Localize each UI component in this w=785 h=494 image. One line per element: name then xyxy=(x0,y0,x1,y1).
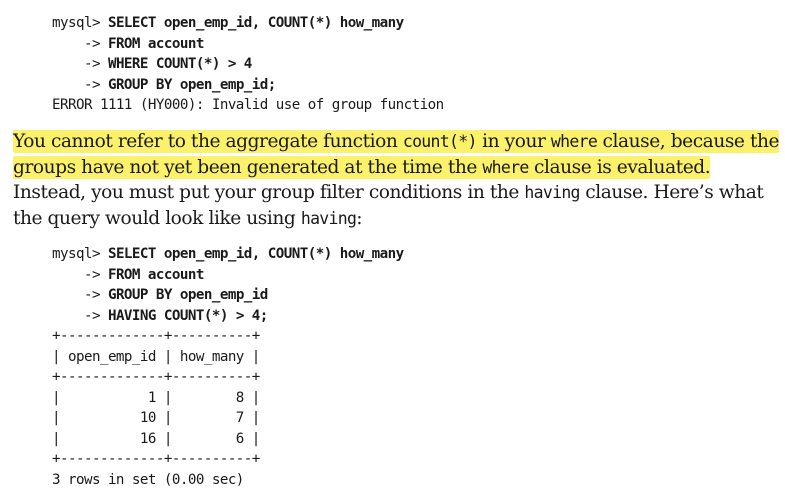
sql-text: HAVING COUNT(*) > 4; xyxy=(107,307,268,324)
result-table-row: | 10 | 7 | xyxy=(52,410,260,426)
sql-text: FROM account xyxy=(107,35,204,52)
inline-code: where xyxy=(550,132,598,151)
sql-text: GROUP BY open_emp_id xyxy=(107,287,268,303)
result-table-border: +-------------+----------+ xyxy=(52,369,260,385)
code-line: -> FROM account xyxy=(52,34,444,55)
sql-text: WHERE COUNT(*) > 4 xyxy=(107,56,252,72)
highlighted-text: You cannot refer to the aggregate functi… xyxy=(13,130,780,179)
text-run: clause is evaluated. xyxy=(528,156,711,178)
code-line: mysql> SELECT open_emp_id, COUNT(*) how_… xyxy=(52,244,404,265)
sql-text: FROM account xyxy=(107,266,204,283)
sql-text: SELECT open_emp_id, COUNT(*) how_many xyxy=(107,246,404,262)
code-line: -> FROM account xyxy=(52,265,404,286)
inline-code: count(*) xyxy=(402,132,478,151)
result-footer: 3 rows in set (0.00 sec) xyxy=(52,471,244,488)
continuation-prompt: -> xyxy=(52,307,108,324)
continuation-prompt: -> xyxy=(52,56,108,72)
result-table-header: | open_emp_id | how_many | xyxy=(52,348,260,365)
inline-code: having xyxy=(524,183,580,203)
code-line: -> GROUP BY open_emp_id xyxy=(52,285,404,306)
code-line: mysql> SELECT open_emp_id, COUNT(*) how_… xyxy=(52,13,444,34)
text-run: in your xyxy=(476,131,551,152)
sql-text: SELECT open_emp_id, COUNT(*) how_many xyxy=(107,15,404,31)
continuation-prompt: -> xyxy=(52,76,108,93)
body-paragraph: You cannot refer to the aggregate functi… xyxy=(13,129,783,231)
mysql-prompt: mysql> xyxy=(52,15,108,31)
continuation-prompt: -> xyxy=(52,287,108,303)
code-block-having-query: mysql> SELECT open_emp_id, COUNT(*) how_… xyxy=(52,244,404,490)
text-run: Instead, you must put your group filter … xyxy=(13,182,525,204)
code-line: -> WHERE COUNT(*) > 4 xyxy=(52,54,444,75)
result-table-row: | 1 | 8 | xyxy=(52,389,260,406)
code-line: -> HAVING COUNT(*) > 4; xyxy=(52,306,404,327)
text-run: You cannot refer to the aggregate functi… xyxy=(13,131,403,152)
result-table-row: | 16 | 6 | xyxy=(52,430,260,447)
mysql-prompt: mysql> xyxy=(52,246,108,262)
sql-text: GROUP BY open_emp_id; xyxy=(107,76,276,93)
result-table-border: +-------------+----------+ xyxy=(52,451,260,467)
text-run: : xyxy=(356,207,363,229)
code-block-failed-query: mysql> SELECT open_emp_id, COUNT(*) how_… xyxy=(52,13,444,116)
result-table-border: +-------------+----------+ xyxy=(52,328,260,344)
continuation-prompt: -> xyxy=(52,35,108,52)
inline-code: having xyxy=(300,208,357,228)
code-line: -> GROUP BY open_emp_id; xyxy=(52,75,444,96)
continuation-prompt: -> xyxy=(52,266,108,283)
error-message: ERROR 1111 (HY000): Invalid use of group… xyxy=(52,97,444,113)
inline-code: where xyxy=(482,157,529,177)
